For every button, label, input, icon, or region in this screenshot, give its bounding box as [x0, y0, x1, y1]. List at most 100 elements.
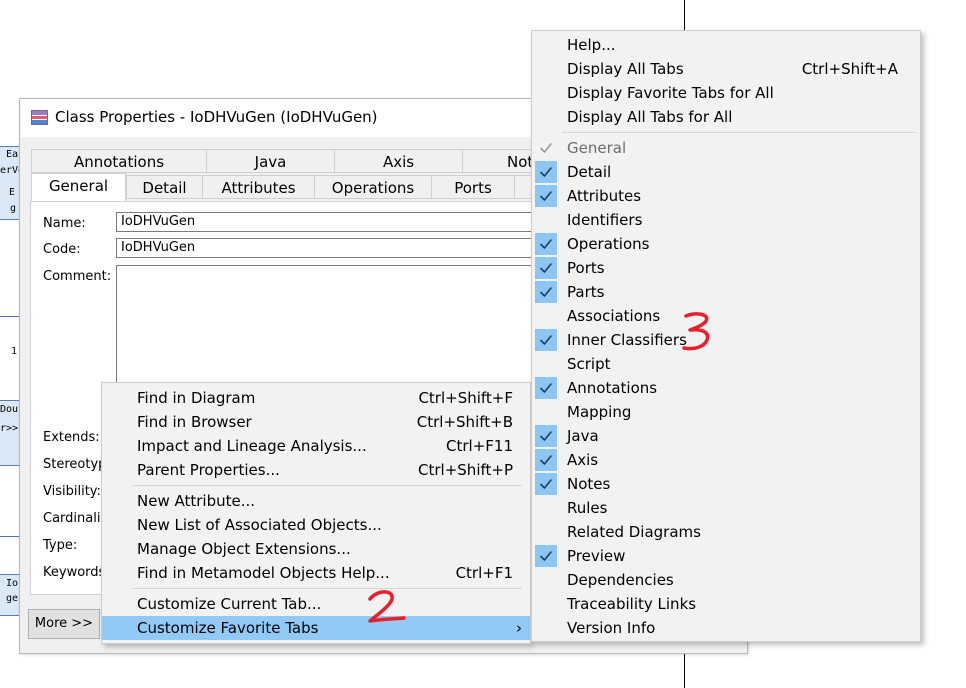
menu-item-label: Impact and Lineage Analysis...: [137, 437, 367, 455]
menu-item-shortcut: Ctrl+Shift+P: [418, 461, 513, 479]
tab-label: Detail: [142, 179, 187, 197]
menu-item-customize-current-tab[interactable]: Customize Current Tab...: [102, 592, 530, 616]
menu-item-label: Parent Properties...: [137, 461, 280, 479]
tab-label: Ports: [454, 179, 492, 197]
menu-item-tab-operations[interactable]: Operations: [532, 232, 920, 256]
tab-ports[interactable]: Ports: [431, 175, 515, 199]
code-label: Code:: [43, 242, 81, 257]
check-icon: [535, 329, 557, 351]
menu-item-help[interactable]: Help...: [532, 33, 920, 57]
annotation-mark-3: [682, 312, 710, 351]
stereotype-label: Stereotyp: [43, 457, 107, 472]
menu-item-tab-mapping[interactable]: Mapping: [532, 400, 920, 424]
menu-item-tab-notes[interactable]: Notes: [532, 472, 920, 496]
menu-item-tab-traceability-links[interactable]: Traceability Links: [532, 592, 920, 616]
check-icon: [535, 257, 557, 279]
menu-item-tab-dependencies[interactable]: Dependencies: [532, 568, 920, 592]
menu-item-new-attribute[interactable]: New Attribute...: [102, 489, 530, 513]
extends-label: Extends:: [43, 430, 100, 445]
tab-annotations[interactable]: Annotations: [31, 149, 207, 173]
menu-item-label: Display All Tabs: [567, 60, 684, 78]
menu-item-label: Notes: [567, 475, 611, 493]
menu-item-find-in-browser[interactable]: Find in Browser Ctrl+Shift+B: [102, 410, 530, 434]
menu-item-tab-inner-classifiers[interactable]: Inner Classifiers: [532, 328, 920, 352]
tab-label: Attributes: [221, 179, 296, 197]
tab-label: Annotations: [73, 153, 165, 171]
tab-java[interactable]: Java: [206, 149, 335, 173]
menu-item-tab-annotations[interactable]: Annotations: [532, 376, 920, 400]
menu-item-shortcut: Ctrl+F11: [446, 437, 513, 455]
menu-item-shortcut: Ctrl+Shift+B: [416, 413, 513, 431]
check-icon: [535, 401, 557, 423]
menu-item-label: Help...: [567, 36, 616, 54]
keywords-label: Keywords: [43, 565, 106, 580]
check-icon: [535, 569, 557, 591]
menu-item-tab-version-info[interactable]: Version Info: [532, 616, 920, 640]
tab-attributes[interactable]: Attributes: [202, 175, 315, 199]
check-icon: [535, 593, 557, 615]
menu-item-tab-rules[interactable]: Rules: [532, 496, 920, 520]
menu-item-tab-attributes[interactable]: Attributes: [532, 184, 920, 208]
menu-item-tab-related-diagrams[interactable]: Related Diagrams: [532, 520, 920, 544]
diagram-text: E: [9, 187, 16, 198]
menu-item-label: Find in Diagram: [137, 389, 256, 407]
diagram-divider: [0, 536, 19, 537]
class-icon: [31, 110, 48, 125]
menu-item-display-all-for-all[interactable]: Display All Tabs for All: [532, 105, 920, 129]
diagram-text: Io: [6, 578, 19, 589]
diagram-text: Dou: [0, 404, 19, 415]
menu-item-display-favorite-for-all[interactable]: Display Favorite Tabs for All: [532, 81, 920, 105]
menu-item-label: Dependencies: [567, 571, 674, 589]
tab-operations[interactable]: Operations: [314, 175, 432, 199]
menu-item-shortcut: Ctrl+Shift+F: [418, 389, 513, 407]
menu-item-impact-lineage[interactable]: Impact and Lineage Analysis... Ctrl+F11: [102, 434, 530, 458]
menu-item-label: New Attribute...: [137, 492, 256, 510]
menu-item-label: Parts: [567, 283, 605, 301]
menu-item-label: Find in Browser: [137, 413, 252, 431]
menu-item-tab-java[interactable]: Java: [532, 424, 920, 448]
menu-item-tab-detail[interactable]: Detail: [532, 160, 920, 184]
tab-detail[interactable]: Detail: [126, 175, 203, 199]
check-icon: [535, 425, 557, 447]
menu-item-label: Script: [567, 355, 611, 373]
check-icon: [535, 545, 557, 567]
menu-item-parent-properties[interactable]: Parent Properties... Ctrl+Shift+P: [102, 458, 530, 482]
check-icon: [535, 209, 557, 231]
tab-label: General: [48, 177, 109, 195]
menu-item-label: Associations: [567, 307, 661, 325]
tab-notes[interactable]: Not: [462, 149, 542, 173]
comment-label: Comment:: [43, 269, 112, 284]
menu-item-label: Find in Metamodel Objects Help...: [137, 564, 390, 582]
visibility-label: Visibility:: [43, 484, 101, 499]
menu-item-tab-script[interactable]: Script: [532, 352, 920, 376]
menu-item-customize-favorite-tabs[interactable]: Customize Favorite Tabs ›: [102, 616, 530, 640]
menu-item-label: Customize Favorite Tabs: [137, 619, 319, 637]
menu-item-manage-extensions[interactable]: Manage Object Extensions...: [102, 537, 530, 561]
diagram-text: erVe: [0, 165, 19, 176]
menu-item-tab-preview[interactable]: Preview: [532, 544, 920, 568]
menu-item-display-all-tabs[interactable]: Display All Tabs Ctrl+Shift+A: [532, 57, 920, 81]
comment-textarea[interactable]: [116, 265, 536, 385]
menu-item-tab-general[interactable]: General: [532, 136, 920, 160]
dialog-title: Class Properties - IoDHVuGen (IoDHVuGen): [55, 108, 378, 126]
tab-axis[interactable]: Axis: [334, 149, 463, 173]
menu-item-label: New List of Associated Objects...: [137, 516, 382, 534]
check-icon: [535, 161, 557, 183]
more-button[interactable]: More >>: [28, 609, 100, 639]
menu-item-tab-ports[interactable]: Ports: [532, 256, 920, 280]
diagram-divider: [0, 316, 19, 317]
code-field[interactable]: IoDHVuGen: [116, 238, 536, 258]
check-icon: [535, 377, 557, 399]
menu-item-label: Related Diagrams: [567, 523, 701, 541]
menu-item-label: Annotations: [567, 379, 658, 397]
menu-item-find-in-diagram[interactable]: Find in Diagram Ctrl+Shift+F: [102, 386, 530, 410]
name-field[interactable]: IoDHVuGen: [116, 212, 536, 232]
menu-item-new-list-associated[interactable]: New List of Associated Objects...: [102, 513, 530, 537]
menu-item-find-metamodel-help[interactable]: Find in Metamodel Objects Help... Ctrl+F…: [102, 561, 530, 585]
menu-item-tab-identifiers[interactable]: Identifiers: [532, 208, 920, 232]
menu-item-tab-axis[interactable]: Axis: [532, 448, 920, 472]
menu-item-tab-associations[interactable]: Associations: [532, 304, 920, 328]
tab-general[interactable]: General: [31, 173, 126, 201]
menu-item-tab-parts[interactable]: Parts: [532, 280, 920, 304]
menu-item-label: Traceability Links: [567, 595, 697, 613]
